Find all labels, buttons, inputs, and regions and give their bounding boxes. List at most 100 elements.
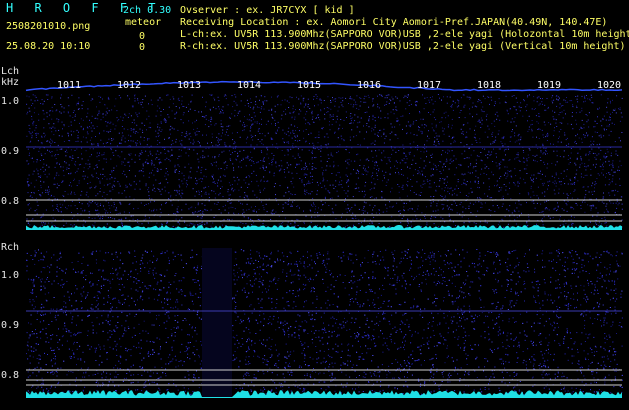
noise-dot xyxy=(424,97,426,99)
noise-dot xyxy=(168,106,170,108)
noise-dot xyxy=(511,131,513,132)
noise-dot xyxy=(296,163,298,165)
noise-dot xyxy=(550,143,551,145)
noise-dot xyxy=(112,152,114,154)
noise-dot xyxy=(352,106,354,108)
noise-dot xyxy=(347,181,349,183)
noise-dot xyxy=(420,157,422,159)
noise-dot xyxy=(149,197,151,199)
noise-dot xyxy=(318,131,320,133)
noise-dot xyxy=(130,140,132,142)
noise-dot xyxy=(217,139,219,141)
noise-dot xyxy=(89,166,91,168)
noise-dot xyxy=(228,194,230,196)
noise-dot xyxy=(215,193,217,195)
noise-dot xyxy=(297,140,299,142)
noise-dot xyxy=(175,141,177,143)
noise-dot xyxy=(402,144,404,146)
noise-dot xyxy=(248,105,250,107)
noise-dot xyxy=(527,120,528,122)
noise-dot xyxy=(589,98,591,100)
noise-dot xyxy=(252,139,254,141)
noise-dot xyxy=(210,119,211,121)
noise-dot xyxy=(87,159,89,161)
noise-dot xyxy=(299,130,300,132)
noise-dot xyxy=(584,196,586,198)
noise-dot xyxy=(106,125,108,127)
noise-dot xyxy=(544,124,546,126)
noise-dot xyxy=(451,204,453,206)
noise-dot xyxy=(175,218,177,220)
noise-dot xyxy=(512,129,513,131)
noise-dot xyxy=(443,169,444,171)
noise-dot xyxy=(59,203,61,205)
noise-dot xyxy=(377,132,379,134)
noise-dot xyxy=(49,127,51,129)
noise-dot xyxy=(618,166,620,168)
noise-dot xyxy=(316,136,318,138)
noise-dot xyxy=(81,153,82,155)
noise-dot xyxy=(232,207,234,208)
noise-dot xyxy=(84,221,86,223)
noise-dot xyxy=(174,164,176,166)
noise-dot xyxy=(451,103,453,105)
noise-dot xyxy=(311,157,313,159)
noise-dot xyxy=(394,165,395,167)
noise-dot xyxy=(278,165,280,167)
noise-dot xyxy=(458,105,460,107)
noise-dot xyxy=(467,171,469,173)
noise-dot xyxy=(121,226,123,228)
noise-dot xyxy=(127,95,129,97)
noise-dot xyxy=(52,224,54,226)
noise-dot xyxy=(532,181,534,183)
noise-dot xyxy=(271,164,273,166)
noise-dot xyxy=(369,223,371,224)
noise-dot xyxy=(358,208,360,210)
noise-dot xyxy=(367,212,369,214)
noise-dot xyxy=(280,160,282,162)
noise-dot xyxy=(421,124,423,126)
noise-dot xyxy=(282,207,284,209)
noise-dot xyxy=(261,142,263,144)
noise-dot xyxy=(89,187,91,189)
noise-dot xyxy=(466,131,468,133)
noise-dot xyxy=(463,105,465,107)
noise-dot xyxy=(332,211,334,213)
noise-dot xyxy=(117,120,119,122)
noise-dot xyxy=(506,209,508,211)
noise-dot xyxy=(78,103,79,105)
noise-dot xyxy=(548,215,550,217)
noise-dot xyxy=(413,134,415,136)
noise-dot xyxy=(111,170,113,172)
noise-dot xyxy=(412,159,414,161)
noise-dot xyxy=(65,222,67,224)
noise-dot xyxy=(263,157,265,159)
noise-dot xyxy=(245,177,247,178)
noise-dot xyxy=(87,203,89,205)
noise-dot xyxy=(441,203,443,205)
noise-dot xyxy=(114,185,116,187)
noise-dot xyxy=(250,120,252,122)
noise-dot xyxy=(519,193,521,195)
noise-dot xyxy=(295,136,297,138)
noise-dot xyxy=(57,121,59,123)
noise-dot xyxy=(389,206,391,208)
noise-dot xyxy=(34,129,36,131)
noise-dot xyxy=(536,154,538,156)
noise-dot xyxy=(596,132,598,133)
noise-dot xyxy=(391,131,393,133)
noise-dot xyxy=(160,122,162,124)
noise-dot xyxy=(394,134,396,136)
noise-dot xyxy=(554,127,555,129)
noise-dot xyxy=(62,166,64,168)
noise-dot xyxy=(186,134,188,136)
noise-dot xyxy=(290,164,292,166)
noise-dot xyxy=(356,187,358,189)
noise-dot xyxy=(446,102,448,104)
noise-dot xyxy=(51,96,53,98)
noise-dot xyxy=(346,211,348,213)
noise-dot xyxy=(494,125,496,127)
noise-dot xyxy=(98,95,100,97)
noise-dot xyxy=(105,210,107,212)
noise-dot xyxy=(594,184,596,186)
